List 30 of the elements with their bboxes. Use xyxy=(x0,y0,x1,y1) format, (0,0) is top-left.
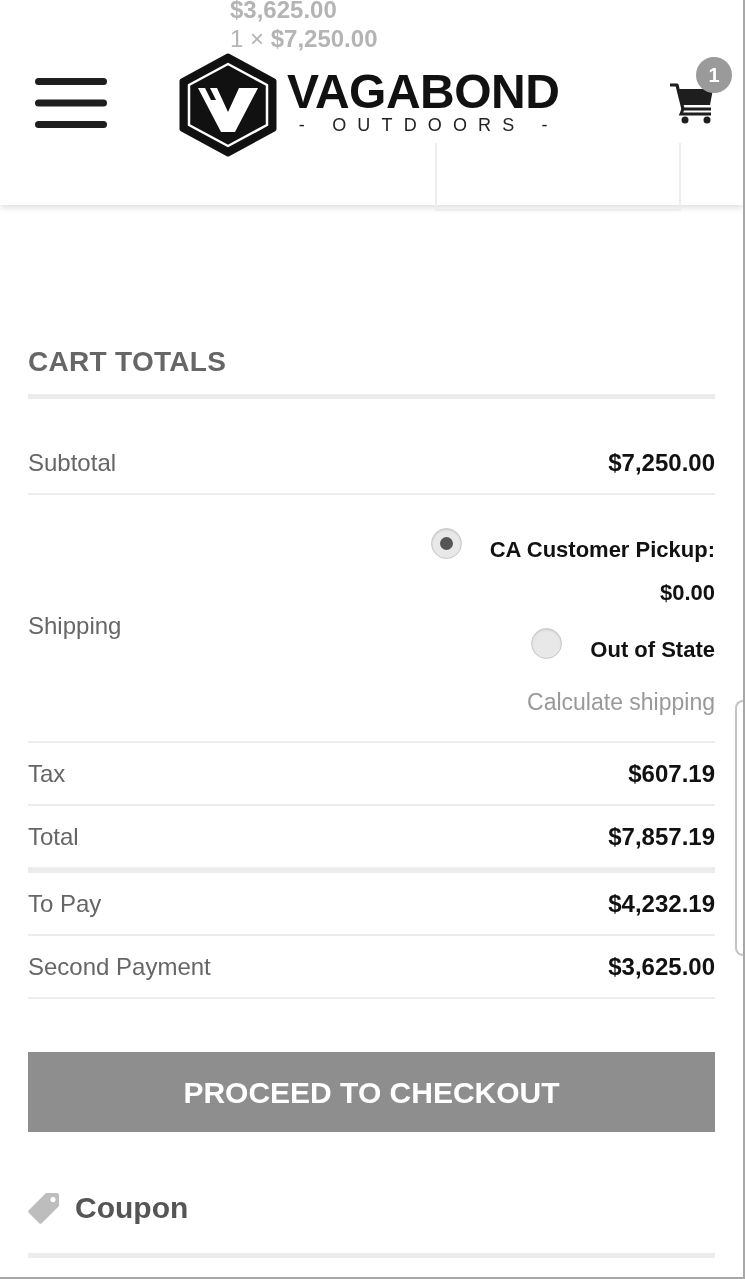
checkout-button[interactable]: PROCEED TO CHECKOUT xyxy=(28,1052,715,1132)
shipping-option-price: $0.00 xyxy=(659,579,715,607)
summary-label: Tax xyxy=(28,758,66,789)
menu-icon[interactable] xyxy=(35,77,107,128)
faded-price-text: $3,625.00 xyxy=(230,0,337,20)
radio-button[interactable] xyxy=(430,528,462,559)
tag-icon xyxy=(28,1192,60,1224)
coupon-title: Coupon xyxy=(75,1190,189,1226)
cart-icon[interactable] xyxy=(670,81,714,124)
summary-label: Shipping xyxy=(28,611,122,641)
section-title: CART TOTALS xyxy=(28,345,228,379)
summary-label: To Pay xyxy=(28,888,102,919)
summary-label: Second Payment xyxy=(28,951,211,982)
summary-amount: $7,250.00 xyxy=(608,447,715,478)
logo-icon xyxy=(178,52,278,157)
shipping-option-label: Out of State xyxy=(590,636,715,664)
summary-amount: $4,232.19 xyxy=(608,888,715,919)
summary-amount: $3,625.00 xyxy=(608,951,715,982)
summary-label: Subtotal xyxy=(28,447,117,478)
summary-label: Total xyxy=(28,821,79,852)
shipping-option-label: CA Customer Pickup: xyxy=(489,536,715,564)
brand-name: VAGABOND xyxy=(287,69,560,114)
calculate-shipping-link[interactable]: Calculate shipping xyxy=(527,681,715,724)
brand-tagline: - OUTDOORS - xyxy=(298,113,559,136)
summary-amount: $607.19 xyxy=(628,758,715,789)
cart-count-badge: 1 xyxy=(696,56,732,93)
scrollbar-thumb[interactable] xyxy=(735,700,743,956)
summary-amount: $7,857.19 xyxy=(608,821,715,852)
radio-button[interactable] xyxy=(531,628,563,659)
faded-line-total: 1 × $7,250.00 xyxy=(230,27,378,51)
